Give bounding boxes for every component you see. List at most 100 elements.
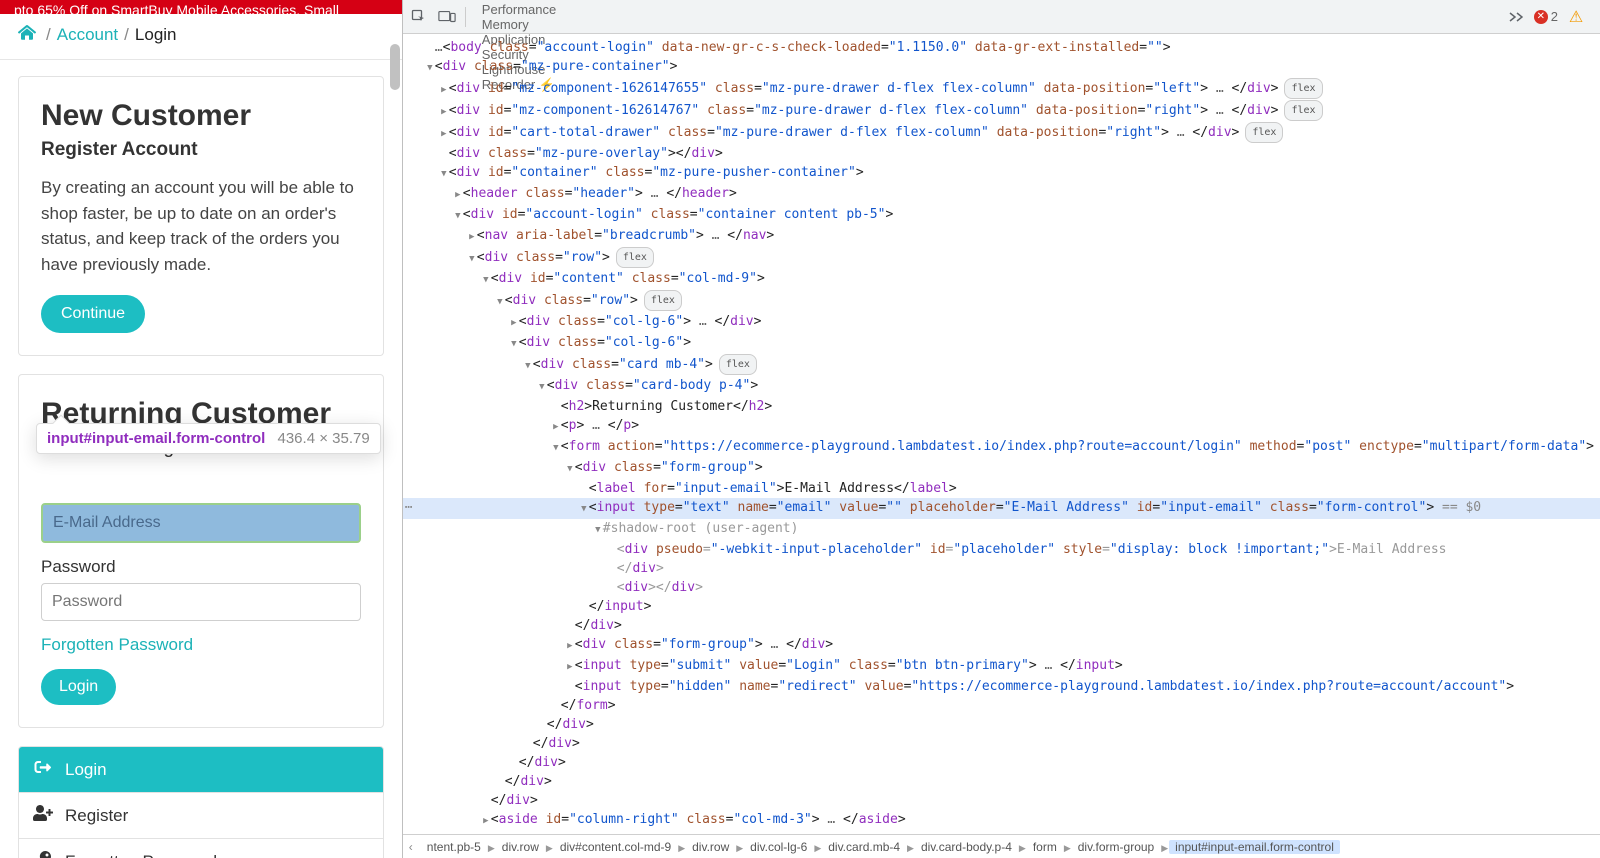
dom-line[interactable]: <div class="card mb-4">flex xyxy=(403,354,1600,376)
dom-line[interactable]: <div id="account-login" class="container… xyxy=(403,205,1600,226)
crumb-item[interactable]: form xyxy=(1027,840,1063,854)
dom-line[interactable]: <div class="card-body p-4"> xyxy=(403,376,1600,397)
dom-line[interactable]: </div> xyxy=(403,772,1600,791)
caret-icon[interactable] xyxy=(565,458,575,479)
inspect-icon[interactable] xyxy=(405,3,433,31)
dom-line[interactable]: </div> xyxy=(403,715,1600,734)
dom-line[interactable]: <div class="mz-pure-container"> xyxy=(403,57,1600,78)
dom-line[interactable]: </div> xyxy=(403,734,1600,753)
caret-icon[interactable] xyxy=(551,416,561,437)
dom-line[interactable]: <div class="row">flex xyxy=(403,247,1600,269)
forgotten-password-link[interactable]: Forgotten Password xyxy=(41,635,193,655)
login-button[interactable]: Login xyxy=(41,669,116,705)
key-icon xyxy=(33,851,53,858)
dom-line[interactable]: <nav aria-label="breadcrumb"> … </nav> xyxy=(403,226,1600,247)
crumb-item[interactable]: div.form-group xyxy=(1072,840,1160,854)
dom-line[interactable]: <div id="mz-component-162614767" class="… xyxy=(403,100,1600,122)
settings-icon[interactable]: ⚠ xyxy=(1562,3,1590,31)
dom-line[interactable]: <label for="input-email">E-Mail Address<… xyxy=(403,479,1600,498)
error-count-badge[interactable]: ✕ 2 xyxy=(1534,9,1558,24)
dom-line[interactable]: …<body class="account-login" data-new-gr… xyxy=(403,38,1600,57)
continue-button[interactable]: Continue xyxy=(41,295,145,333)
caret-icon[interactable] xyxy=(495,291,505,312)
caret-icon[interactable] xyxy=(481,269,491,290)
crumb-scroll-left-icon[interactable]: ‹ xyxy=(409,840,413,854)
dom-line[interactable]: </div> xyxy=(403,791,1600,810)
breadcrumb-bar[interactable]: ‹ ntent.pb-5▶div.row▶div#content.col-md-… xyxy=(403,834,1600,858)
dom-line[interactable]: </div> xyxy=(403,616,1600,635)
error-icon: ✕ xyxy=(1534,10,1548,24)
caret-icon[interactable] xyxy=(551,437,561,458)
sidebar-item-register[interactable]: Register xyxy=(19,792,383,838)
new-customer-heading: New Customer xyxy=(41,99,361,133)
tab-memory[interactable]: Memory xyxy=(470,17,568,32)
dom-line[interactable]: <div id="content" class="col-md-9"> xyxy=(403,269,1600,290)
dom-tree[interactable]: …<body class="account-login" data-new-gr… xyxy=(403,34,1600,834)
dom-line[interactable]: <div class="col-lg-6"> xyxy=(403,333,1600,354)
caret-icon[interactable] xyxy=(509,333,519,354)
dom-line[interactable]: <div class="col-lg-6"> … </div> xyxy=(403,312,1600,333)
signin-icon xyxy=(33,759,53,780)
overflow-icon[interactable] xyxy=(1502,3,1530,31)
crumb-item[interactable]: div#content.col-md-9 xyxy=(554,840,677,854)
caret-icon[interactable] xyxy=(579,498,589,519)
dom-line[interactable]: <input type="hidden" name="redirect" val… xyxy=(403,677,1600,696)
crumb-item[interactable]: div.row xyxy=(686,840,735,854)
crumb-item[interactable]: ntent.pb-5 xyxy=(421,840,487,854)
password-field[interactable] xyxy=(41,583,361,621)
new-customer-card: New Customer Register Account By creatin… xyxy=(18,76,384,356)
caret-icon[interactable] xyxy=(453,184,463,205)
caret-icon[interactable] xyxy=(509,312,519,333)
crumb-item[interactable]: div.col-lg-6 xyxy=(744,840,813,854)
sidebar-item-login[interactable]: Login xyxy=(19,747,383,792)
email-field[interactable] xyxy=(41,503,361,543)
sidebar-item-forgotten-password[interactable]: Forgotten Password xyxy=(19,838,383,858)
home-icon[interactable] xyxy=(18,24,36,45)
dom-line[interactable]: #shadow-root (user-agent) xyxy=(403,519,1600,540)
breadcrumb-account[interactable]: Account xyxy=(57,25,118,45)
crumb-item[interactable]: input#input-email.form-control xyxy=(1169,840,1340,854)
caret-icon[interactable] xyxy=(523,355,533,376)
crumb-item[interactable]: div.row xyxy=(496,840,545,854)
dom-line[interactable]: </div> xyxy=(403,753,1600,772)
dom-line[interactable]: <div id="container" class="mz-pure-pushe… xyxy=(403,163,1600,184)
crumb-item[interactable]: div.card.mb-4 xyxy=(822,840,906,854)
caret-icon[interactable] xyxy=(439,79,449,100)
dom-line[interactable]: <input type="submit" value="Login" class… xyxy=(403,656,1600,677)
dom-line[interactable]: ⋯<input type="text" name="email" value="… xyxy=(403,498,1600,519)
caret-icon[interactable] xyxy=(439,163,449,184)
caret-icon[interactable] xyxy=(439,101,449,122)
dom-line[interactable]: <div class="row">flex xyxy=(403,290,1600,312)
caret-icon[interactable] xyxy=(439,123,449,144)
devtools-toolbar: ElementsConsoleSourcesNetworkPerformance… xyxy=(403,0,1600,34)
dom-line[interactable]: <p> … </p> xyxy=(403,416,1600,437)
crumb-item[interactable]: div.card-body.p-4 xyxy=(915,840,1018,854)
tab-performance[interactable]: Performance xyxy=(470,2,568,17)
dom-line[interactable]: <div class="form-group"> xyxy=(403,458,1600,479)
dom-line[interactable]: <div></div> xyxy=(403,578,1600,597)
dom-line[interactable]: </div> xyxy=(403,559,1600,578)
tooltip-dimensions: 436.4 × 35.79 xyxy=(278,430,370,447)
caret-icon[interactable] xyxy=(537,376,547,397)
dom-line[interactable]: <div id="cart-total-drawer" class="mz-pu… xyxy=(403,122,1600,144)
dom-line[interactable]: <header class="header"> … </header> xyxy=(403,184,1600,205)
dom-line[interactable]: <form action="https://ecommerce-playgrou… xyxy=(403,437,1600,458)
dom-line[interactable]: <div pseudo="-webkit-input-placeholder" … xyxy=(403,540,1600,559)
scrollbar[interactable] xyxy=(388,0,402,858)
dom-line[interactable]: <div id="mz-component-1626147655" class=… xyxy=(403,78,1600,100)
caret-icon[interactable] xyxy=(565,656,575,677)
caret-icon[interactable] xyxy=(467,226,477,247)
caret-icon[interactable] xyxy=(453,205,463,226)
device-toolbar-icon[interactable] xyxy=(433,3,461,31)
dom-line[interactable]: </form> xyxy=(403,696,1600,715)
caret-icon[interactable] xyxy=(481,810,491,831)
caret-icon[interactable] xyxy=(593,519,603,540)
dom-line[interactable]: <aside id="column-right" class="col-md-3… xyxy=(403,810,1600,831)
caret-icon[interactable] xyxy=(467,248,477,269)
dom-line[interactable]: <h2>Returning Customer</h2> xyxy=(403,397,1600,416)
dom-line[interactable]: <div class="mz-pure-overlay"></div> xyxy=(403,144,1600,163)
dom-line[interactable]: <div class="form-group"> … </div> xyxy=(403,635,1600,656)
caret-icon[interactable] xyxy=(425,57,435,78)
caret-icon[interactable] xyxy=(565,635,575,656)
dom-line[interactable]: </input> xyxy=(403,597,1600,616)
